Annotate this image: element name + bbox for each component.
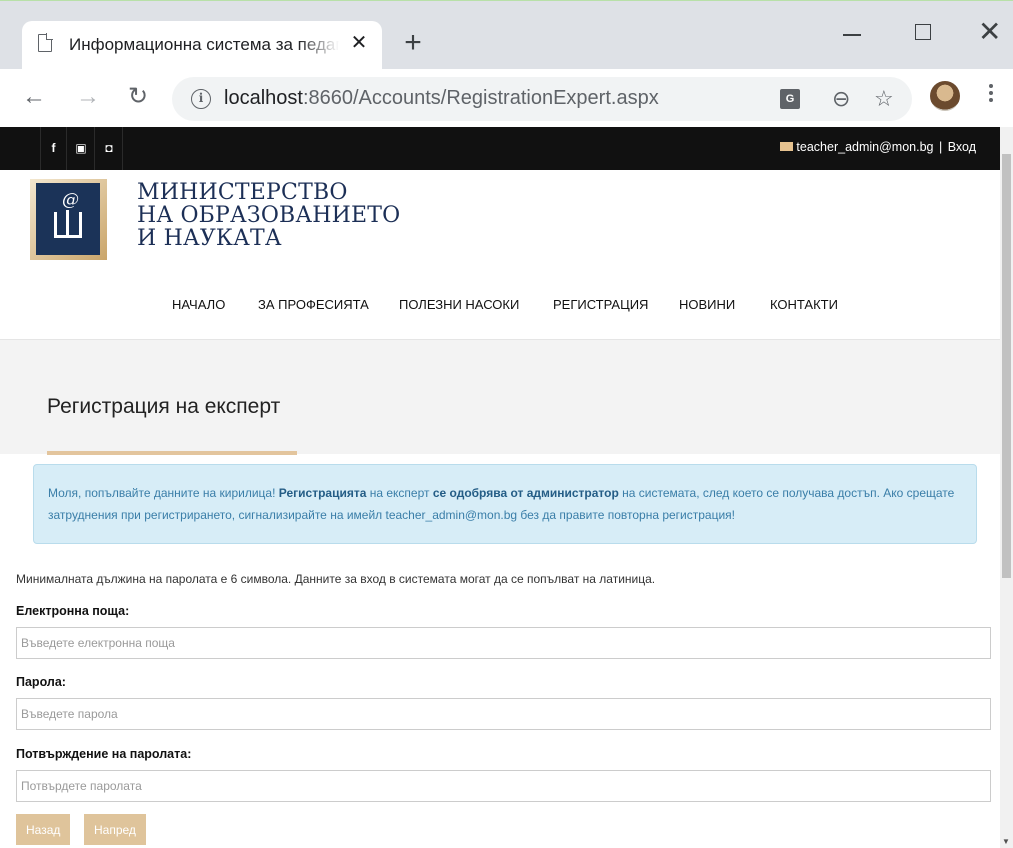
nav-item-guidelines[interactable]: ПОЛЕЗНИ НАСОКИ (399, 297, 519, 312)
password-hint: Минималната дължина на паролата е 6 симв… (16, 572, 656, 586)
email-field[interactable] (16, 627, 991, 659)
top-bar: f ▣ ◘ teacher_admin@mon.bg | Вход (0, 127, 1000, 170)
login-button[interactable]: Вход (948, 140, 976, 154)
tab-close-icon[interactable]: ✕ (348, 32, 370, 54)
nav-item-registration[interactable]: РЕГИСТРАЦИЯ (553, 297, 648, 312)
profile-avatar[interactable] (930, 81, 960, 111)
scroll-down-icon[interactable]: ▼ (1002, 837, 1010, 846)
main-navigation: НАЧАЛО ЗА ПРОФЕСИЯТА ПОЛЕЗНИ НАСОКИ РЕГИ… (0, 297, 1000, 317)
nav-item-profession[interactable]: ЗА ПРОФЕСИЯТА (258, 297, 369, 312)
flickr-icon[interactable]: ◘ (96, 127, 123, 170)
reload-icon[interactable]: ↻ (128, 83, 148, 111)
user-email[interactable]: teacher_admin@mon.bg (796, 140, 933, 154)
back-icon[interactable]: ← (22, 83, 46, 111)
browser-chrome: Информационна система за педагогически с… (0, 0, 1013, 128)
page-icon (38, 33, 53, 52)
forward-icon[interactable]: → (76, 83, 100, 111)
facebook-icon[interactable]: f (40, 127, 67, 170)
url-text[interactable]: localhost:8660/Accounts/RegistrationExpe… (224, 87, 659, 110)
address-bar[interactable]: i localhost:8660/Accounts/RegistrationEx… (172, 77, 912, 121)
youtube-icon[interactable]: ▣ (68, 127, 95, 170)
book-icon (54, 210, 82, 238)
email-label: Електронна поща: (16, 604, 130, 618)
page-header: Регистрация на експерт (0, 339, 1000, 455)
vertical-scrollbar[interactable]: ▼ (1000, 127, 1013, 848)
browser-tab[interactable]: Информационна система за педагогически с… (22, 21, 382, 69)
title-underline (47, 451, 297, 455)
ministry-brand[interactable]: @ МИНИСТЕРСТВО НА ОБРАЗОВАНИЕТО И НАУКАТ… (30, 179, 430, 263)
minimize-icon[interactable] (843, 34, 861, 36)
nav-item-home[interactable]: НАЧАЛО (172, 297, 225, 312)
star-icon[interactable]: ☆ (874, 86, 894, 112)
at-sign-icon: @ (62, 190, 79, 210)
maximize-icon[interactable] (915, 24, 931, 40)
confirm-password-label: Потвърждение на паролата: (16, 747, 192, 761)
nav-item-news[interactable]: НОВИНИ (679, 297, 735, 312)
info-alert: Моля, попълвайте данните на кирилица! Ре… (33, 464, 977, 544)
ministry-logo: @ (30, 179, 107, 260)
page-title: Регистрация на експерт (47, 395, 281, 418)
tab-title: Информационна система за педагогически с… (69, 35, 339, 54)
page-viewport: f ▣ ◘ teacher_admin@mon.bg | Вход @ МИНИ… (0, 127, 1013, 848)
window-close-icon[interactable]: ✕ (978, 15, 1001, 48)
translate-icon[interactable]: G (780, 89, 800, 109)
browser-toolbar: ← → ↻ i localhost:8660/Accounts/Registra… (0, 69, 1013, 128)
nav-item-contacts[interactable]: КОНТАКТИ (770, 297, 838, 312)
back-button[interactable]: Назад (16, 814, 71, 845)
info-icon[interactable]: i (191, 89, 211, 109)
separator: | (938, 140, 943, 154)
confirm-password-field[interactable] (16, 770, 991, 802)
menu-icon[interactable] (988, 81, 994, 109)
next-button[interactable]: Напред (84, 814, 146, 845)
login-link[interactable]: teacher_admin@mon.bg | Вход (780, 140, 976, 154)
new-tab-button[interactable]: + (398, 28, 428, 59)
envelope-icon (780, 142, 794, 151)
password-field[interactable] (16, 698, 991, 730)
password-label: Парола: (16, 675, 66, 689)
scrollbar-thumb[interactable] (1002, 154, 1011, 578)
ministry-name: МИНИСТЕРСТВО НА ОБРАЗОВАНИЕТО И НАУКАТА (137, 180, 401, 251)
zoom-out-icon[interactable]: ⊖ (832, 86, 850, 112)
